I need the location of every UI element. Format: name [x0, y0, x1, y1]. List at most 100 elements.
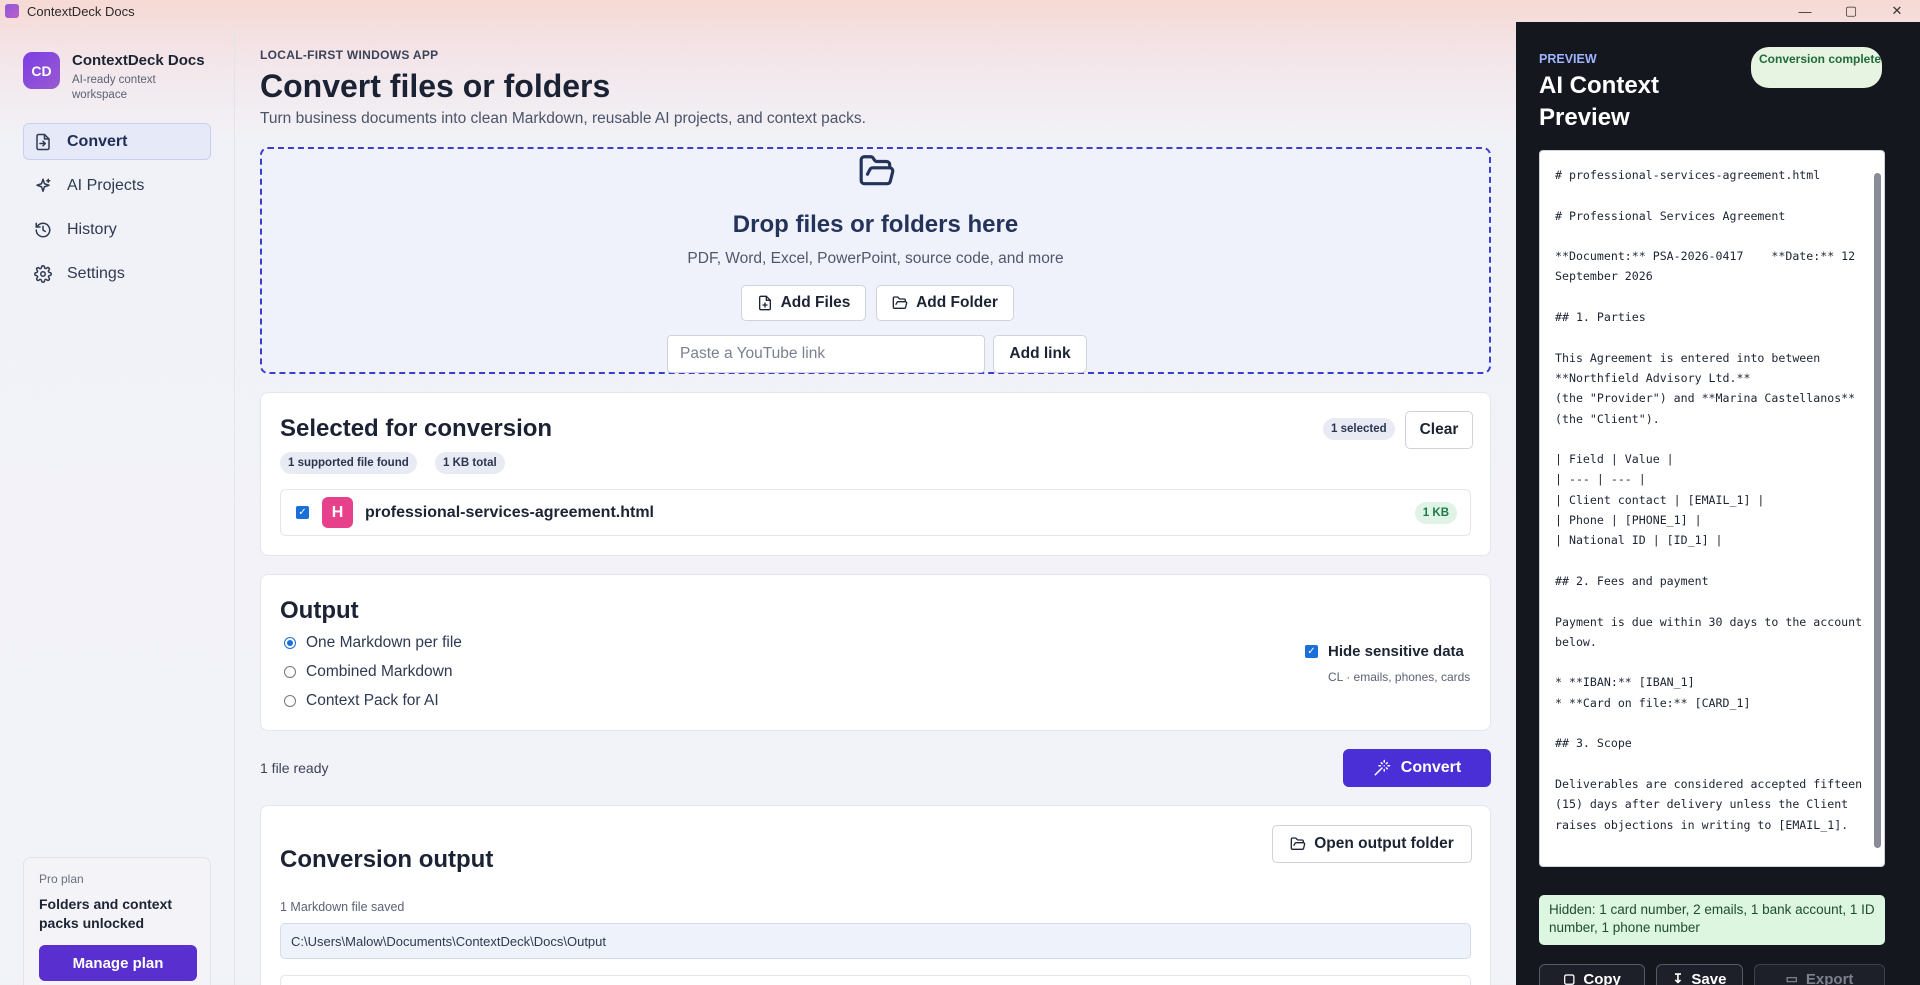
copy-button[interactable]: ▢ Copy [1539, 964, 1645, 985]
selection-title: Selected for conversion [280, 415, 553, 442]
history-icon [35, 222, 51, 237]
option-label: Combined Markdown [306, 663, 453, 680]
sidebar-item-label: History [67, 220, 117, 238]
manage-plan-button[interactable]: Manage plan [39, 945, 197, 981]
hide-sensitive-toggle[interactable]: ✓ Hide sensitive data [1305, 643, 1464, 660]
add-link-button[interactable]: Add link [993, 335, 1087, 373]
file-plus-icon [758, 295, 771, 311]
total-size-pill: 1 KB total [435, 452, 505, 474]
output-card: Output One Markdown per file Combined Ma… [260, 574, 1491, 731]
hide-sensitive-label: Hide sensitive data [1328, 643, 1464, 660]
dropzone-subtitle: PDF, Word, Excel, PowerPoint, source cod… [687, 250, 1064, 267]
files-found-pill: 1 supported file found [280, 452, 417, 474]
page-eyebrow: LOCAL-FIRST WINDOWS APP [260, 48, 439, 62]
file-name: professional-services-agreement.html [365, 503, 654, 521]
hidden-data-summary: Hidden: 1 card number, 2 emails, 1 bank … [1539, 895, 1885, 945]
save-icon: ↧ [1672, 971, 1684, 985]
file-convert-icon [36, 133, 50, 150]
plan-card: Pro plan Folders and context packs unloc… [23, 857, 211, 985]
files-ready-status: 1 file ready [260, 760, 329, 776]
output-path[interactable]: C:\Users\Malow\Documents\ContextDeck\Doc… [280, 923, 1471, 959]
conversion-status-badge: Conversion complete [1751, 47, 1882, 88]
magic-wand-icon [1374, 759, 1391, 776]
dropzone[interactable]: Drop files or folders here PDF, Word, Ex… [260, 147, 1491, 374]
sidebar-nav: Convert AI Projects History Settings [23, 123, 211, 299]
option-label: Context Pack for AI [306, 692, 439, 709]
export-label: Export [1805, 971, 1854, 985]
plan-label: Pro plan [39, 872, 84, 886]
markdown-preview[interactable]: # professional-services-agreement.html #… [1539, 150, 1885, 867]
sidebar-item-ai-projects[interactable]: AI Projects [23, 167, 211, 204]
brand-name: ContextDeck Docs [72, 52, 205, 69]
files-saved-status: 1 Markdown file saved [280, 900, 405, 914]
brand-logo: CD [23, 52, 60, 89]
window-controls: — ▢ ✕ [1782, 0, 1920, 22]
preview-scrollbar-thumb[interactable] [1874, 173, 1881, 848]
add-files-label: Add Files [780, 294, 851, 311]
sidebar-item-label: AI Projects [67, 176, 145, 194]
folder-icon [1290, 837, 1306, 850]
app-icon [5, 4, 19, 18]
brand: CD ContextDeck Docs AI-ready context wor… [23, 52, 205, 103]
output-option-combined[interactable]: Combined Markdown [284, 663, 452, 681]
page-subtitle: Turn business documents into clean Markd… [260, 110, 866, 127]
export-icon: ▭ [1785, 971, 1798, 985]
dropzone-title: Drop files or folders here [732, 211, 1019, 238]
add-folder-label: Add Folder [916, 294, 998, 311]
sparkle-icon [36, 178, 51, 192]
maximize-button[interactable]: ▢ [1828, 0, 1874, 22]
minimize-button[interactable]: — [1782, 0, 1828, 22]
hide-sensitive-checkbox[interactable]: ✓ [1305, 645, 1318, 658]
clipboard-icon: ▢ [1563, 971, 1576, 985]
export-button[interactable]: ▭ Export [1754, 964, 1885, 985]
file-size-badge: 1 KB [1414, 502, 1457, 524]
copy-label: Copy [1583, 971, 1621, 985]
conversion-output-title: Conversion output [280, 846, 494, 873]
convert-label: Convert [1400, 759, 1462, 776]
radio-button[interactable] [284, 637, 296, 649]
brand-subtitle: AI-ready context workspace [72, 74, 156, 101]
sidebar: CD ContextDeck Docs AI-ready context wor… [0, 22, 235, 985]
preview-panel: PREVIEW AI Context Preview Conversion co… [1516, 22, 1920, 985]
window-title: ContextDeck Docs [27, 3, 135, 19]
hide-sensitive-sub: CL · emails, phones, cards [1328, 670, 1471, 684]
preview-title: AI Context Preview [1539, 72, 1659, 131]
file-checkbox[interactable]: ✓ [296, 506, 309, 519]
open-output-folder-label: Open output folder [1314, 835, 1454, 852]
main-content: LOCAL-FIRST WINDOWS APP Convert files or… [260, 22, 1491, 985]
selection-card: Selected for conversion 1 supported file… [260, 392, 1491, 556]
next-output-row [280, 975, 1471, 985]
gear-icon [34, 264, 52, 283]
folder-open-icon [859, 155, 895, 186]
plan-text: Folders and context packs unlocked [39, 896, 173, 931]
save-button[interactable]: ↧ Save [1656, 964, 1743, 985]
file-row[interactable]: ✓ H professional-services-agreement.html… [280, 489, 1471, 536]
close-button[interactable]: ✕ [1874, 0, 1920, 22]
radio-button[interactable] [284, 666, 296, 678]
html-file-icon: H [322, 497, 353, 528]
output-option-one-per-file[interactable]: One Markdown per file [284, 634, 462, 652]
youtube-link-input[interactable] [667, 335, 985, 373]
conversion-output-card: Conversion output Open output folder 1 M… [260, 805, 1491, 985]
window-titlebar: ContextDeck Docs — ▢ ✕ [0, 0, 1920, 22]
convert-button[interactable]: Convert [1343, 749, 1491, 787]
output-option-context-pack[interactable]: Context Pack for AI [284, 692, 439, 710]
radio-button[interactable] [284, 695, 296, 707]
sidebar-item-settings[interactable]: Settings [23, 255, 211, 292]
open-output-folder-button[interactable]: Open output folder [1272, 825, 1472, 863]
sidebar-item-history[interactable]: History [23, 211, 211, 248]
option-label: One Markdown per file [306, 634, 462, 651]
output-title: Output [280, 597, 359, 624]
clear-button[interactable]: Clear [1405, 411, 1473, 449]
folder-icon [892, 296, 908, 309]
preview-eyebrow: PREVIEW [1539, 52, 1597, 66]
page-title: Convert files or folders [260, 68, 611, 104]
add-folder-button[interactable]: Add Folder [876, 285, 1014, 321]
selected-count-pill: 1 selected [1323, 418, 1395, 440]
sidebar-item-convert[interactable]: Convert [23, 123, 211, 160]
save-label: Save [1691, 971, 1727, 985]
sidebar-item-label: Settings [67, 264, 125, 282]
add-files-button[interactable]: Add Files [741, 285, 866, 321]
markdown-preview-content: # professional-services-agreement.html #… [1555, 168, 1863, 832]
sidebar-item-label: Convert [67, 132, 128, 150]
